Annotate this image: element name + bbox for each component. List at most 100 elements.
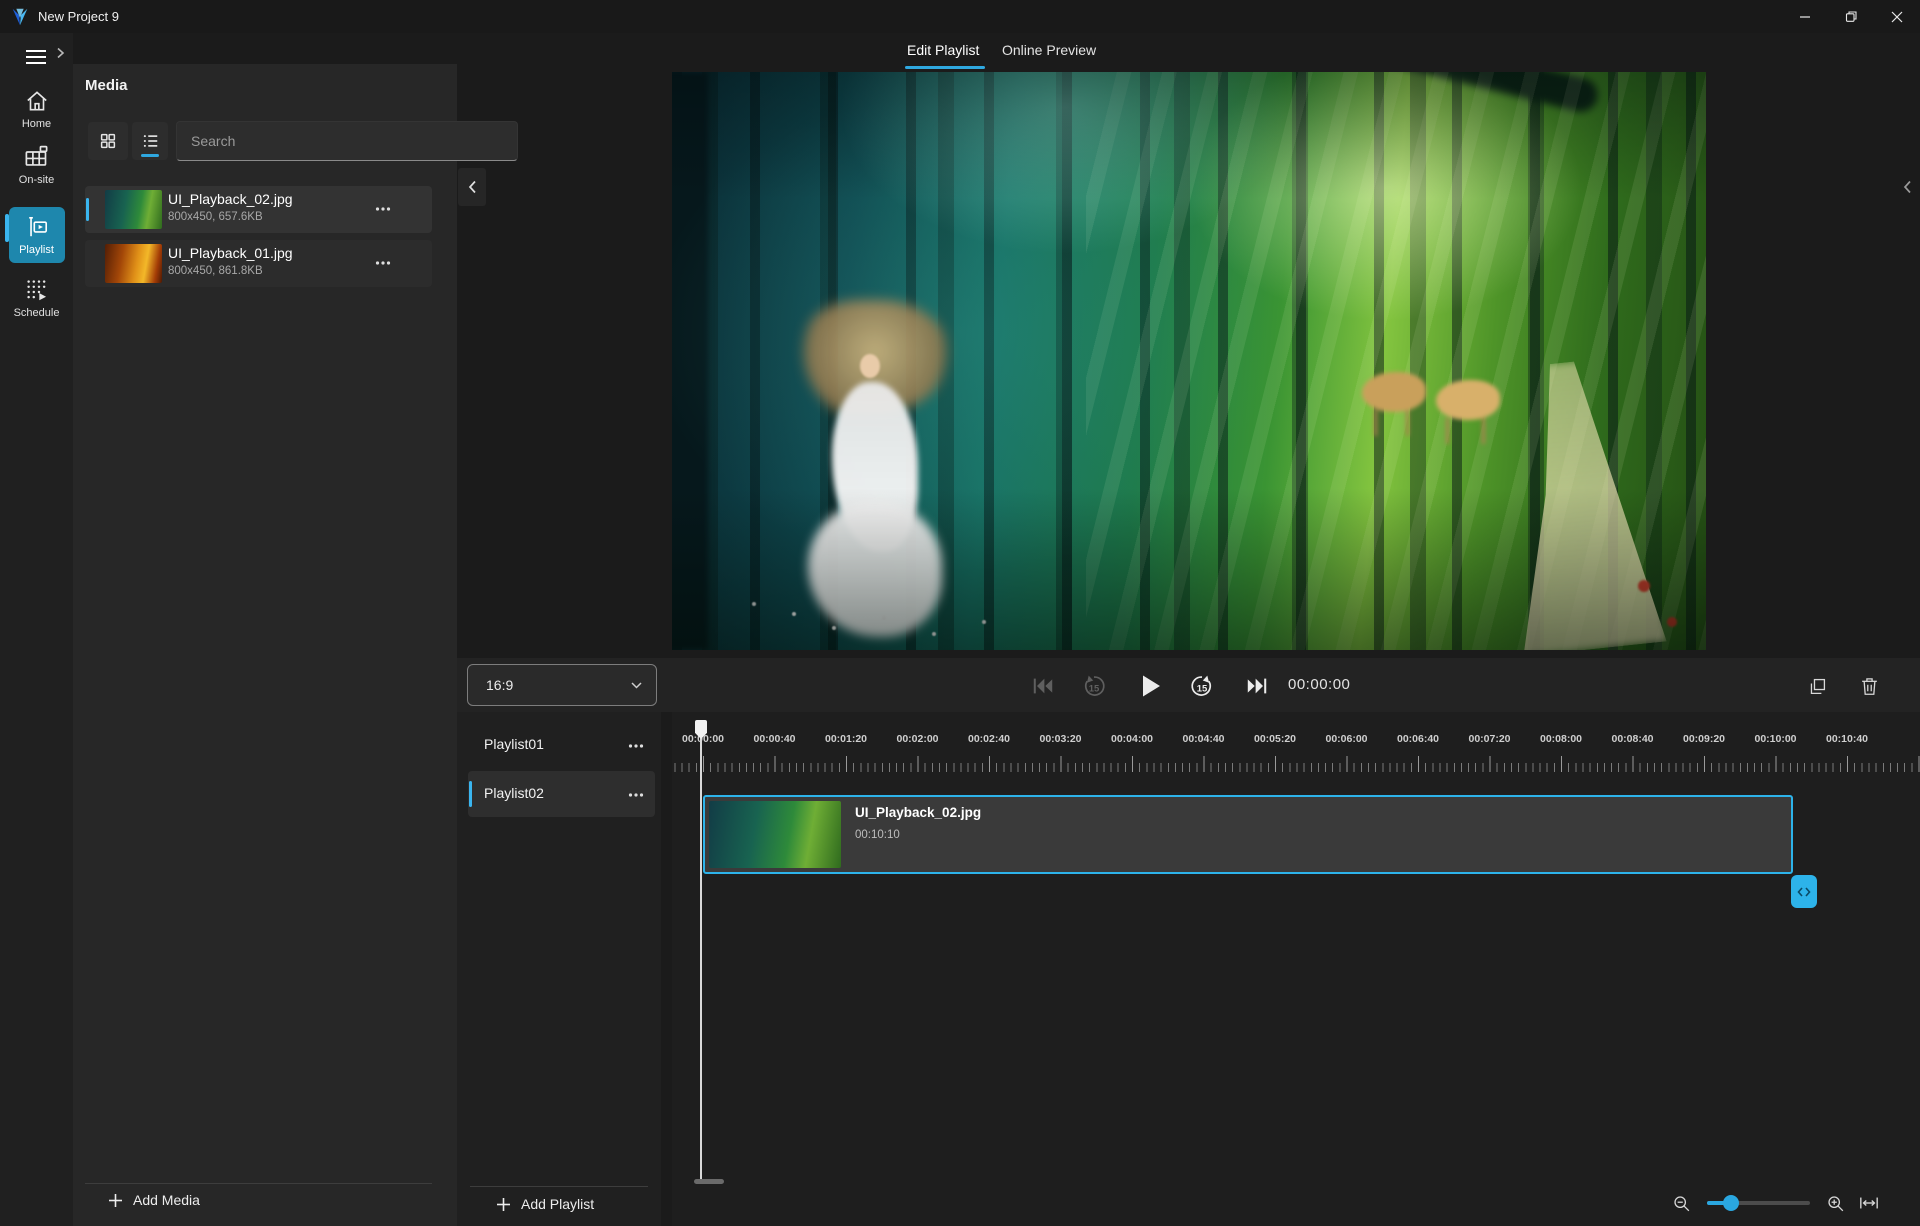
sidebar-item-label: Schedule xyxy=(0,307,73,319)
ruler-label: 00:02:40 xyxy=(968,733,1010,745)
ruler-label: 00:04:00 xyxy=(1111,733,1153,745)
play-button[interactable] xyxy=(1134,671,1168,701)
playlist-name: Playlist01 xyxy=(484,736,544,752)
duplicate-button[interactable] xyxy=(1802,671,1832,701)
add-playlist-button[interactable]: Add Playlist xyxy=(496,1196,594,1212)
grid-view-button[interactable] xyxy=(88,122,128,160)
sidebar-item-schedule[interactable]: Schedule xyxy=(0,276,73,319)
rail-expand-chevron[interactable] xyxy=(56,47,65,59)
zoom-out-icon xyxy=(1672,1194,1691,1213)
home-icon xyxy=(24,88,50,114)
tab-edit-playlist[interactable]: Edit Playlist xyxy=(907,42,979,58)
timeline-ruler-ticks[interactable] xyxy=(672,752,1920,772)
playlist-name: Playlist02 xyxy=(484,785,544,801)
restore-button[interactable] xyxy=(1828,0,1874,33)
schedule-icon xyxy=(23,276,50,303)
ruler-label: 00:02:00 xyxy=(896,733,938,745)
playlist-icon xyxy=(24,214,50,240)
clip-thumbnail xyxy=(709,801,841,868)
collapse-right-panel-button[interactable] xyxy=(1893,168,1920,206)
media-panel: Media UI_Playback_02.jpg 800x450, 657.6K… xyxy=(73,64,457,1226)
tab-selected-underline xyxy=(905,66,985,69)
forward-15-button[interactable]: 15 xyxy=(1185,671,1219,701)
media-search xyxy=(176,121,518,161)
aspect-ratio-value: 16:9 xyxy=(486,677,513,693)
ruler-label: 00:08:40 xyxy=(1611,733,1653,745)
media-item[interactable]: UI_Playback_02.jpg 800x450, 657.6KB xyxy=(85,186,432,233)
aspect-ratio-select[interactable]: 16:9 xyxy=(467,664,657,706)
menu-hamburger-button[interactable] xyxy=(18,41,54,73)
forward-15-icon: 15 xyxy=(1189,673,1215,699)
ruler-label: 00:06:00 xyxy=(1325,733,1367,745)
list-view-button[interactable] xyxy=(132,122,168,160)
minimize-button[interactable] xyxy=(1782,0,1828,33)
sidebar-item-onsite[interactable]: On-site xyxy=(0,143,73,186)
vignette xyxy=(672,72,1706,650)
clip-name: UI_Playback_02.jpg xyxy=(855,805,981,820)
timeline-horizontal-scrollbar[interactable] xyxy=(694,1179,724,1184)
skip-start-icon xyxy=(1031,677,1055,695)
zoom-in-icon xyxy=(1826,1194,1845,1213)
timeline-clip[interactable]: UI_Playback_02.jpg 00:10:10 xyxy=(703,795,1793,874)
skip-end-icon xyxy=(1245,677,1269,695)
media-item-meta: 800x450, 861.8KB xyxy=(168,265,263,277)
more-options-icon[interactable] xyxy=(625,737,647,755)
skip-to-start-button[interactable] xyxy=(1026,671,1060,701)
more-options-icon[interactable] xyxy=(372,200,394,218)
search-input[interactable] xyxy=(176,121,518,161)
onsite-icon xyxy=(23,143,50,170)
ruler-label: 00:05:20 xyxy=(1254,733,1296,745)
ruler-label: 00:10:40 xyxy=(1826,733,1868,745)
ruler-label: 00:01:20 xyxy=(825,733,867,745)
rewind-15-button[interactable]: 15 xyxy=(1077,671,1111,701)
zoom-slider[interactable] xyxy=(1707,1201,1810,1205)
timeline-panel: 00:00:00 00:00:40 00:01:20 00:02:00 00:0… xyxy=(672,712,1920,1226)
ruler-label: 00:10:00 xyxy=(1754,733,1796,745)
media-thumbnail xyxy=(105,244,162,283)
playlist-selected-indicator xyxy=(469,781,472,807)
trash-icon xyxy=(1860,676,1879,697)
add-playlist-label: Add Playlist xyxy=(521,1196,594,1212)
sidebar-item-label: On-site xyxy=(0,174,73,186)
zoom-in-button[interactable] xyxy=(1826,1194,1845,1213)
sidebar-item-playlist[interactable]: Playlist xyxy=(0,214,73,256)
media-item-name: UI_Playback_02.jpg xyxy=(168,191,293,207)
clip-resize-handle[interactable] xyxy=(1791,875,1817,908)
plus-icon xyxy=(108,1193,123,1208)
zoom-slider-thumb[interactable] xyxy=(1723,1195,1739,1211)
more-options-icon[interactable] xyxy=(372,254,394,272)
zoom-out-button[interactable] xyxy=(1672,1194,1691,1213)
ruler-label: 00:00:40 xyxy=(753,733,795,745)
add-media-label: Add Media xyxy=(133,1192,200,1208)
tab-online-preview[interactable]: Online Preview xyxy=(1002,42,1096,58)
close-button[interactable] xyxy=(1874,0,1920,33)
clip-duration: 00:10:10 xyxy=(855,829,900,841)
playlist-row[interactable]: Playlist01 xyxy=(468,727,655,763)
fit-to-window-button[interactable] xyxy=(1859,1196,1879,1210)
skip-to-end-button[interactable] xyxy=(1240,671,1274,701)
add-media-button[interactable]: Add Media xyxy=(108,1192,200,1208)
sidebar-item-home[interactable]: Home xyxy=(0,88,73,130)
resize-arrows-icon xyxy=(1797,887,1811,897)
chevron-left-icon xyxy=(1903,180,1912,194)
timeline-zoom-controls xyxy=(1672,1188,1879,1218)
list-view-icon xyxy=(141,132,160,150)
grid-view-icon xyxy=(99,132,117,150)
delete-button[interactable] xyxy=(1854,671,1884,701)
sidebar-item-label: Playlist xyxy=(0,244,73,256)
ruler-label: 00:09:20 xyxy=(1683,733,1725,745)
app-logo-icon xyxy=(9,6,31,28)
plus-icon xyxy=(496,1197,511,1212)
ruler-label: 00:03:20 xyxy=(1039,733,1081,745)
collapse-left-panel-button[interactable] xyxy=(458,168,486,206)
left-navigation-rail: Home On-site Playlist xyxy=(0,33,73,1226)
more-options-icon[interactable] xyxy=(625,786,647,804)
preview-stage-image xyxy=(672,72,1706,650)
playlist-panel-divider xyxy=(470,1186,648,1187)
media-item[interactable]: UI_Playback_01.jpg 800x450, 861.8KB xyxy=(85,240,432,287)
transport-bar: 16:9 15 15 xyxy=(457,658,1920,712)
app-window: New Project 9 Home xyxy=(0,0,1920,1226)
media-item-name: UI_Playback_01.jpg xyxy=(168,245,293,261)
rewind-15-icon: 15 xyxy=(1081,673,1107,699)
playlist-row-selected[interactable]: Playlist02 xyxy=(468,771,655,817)
